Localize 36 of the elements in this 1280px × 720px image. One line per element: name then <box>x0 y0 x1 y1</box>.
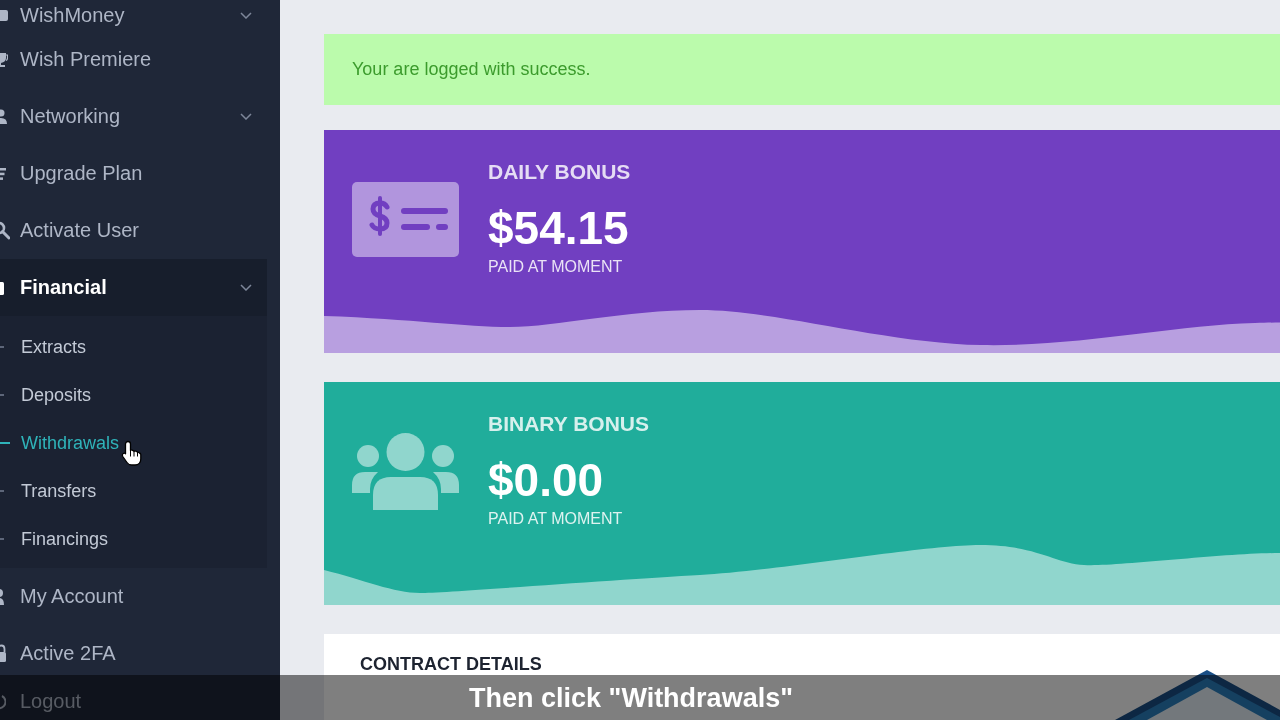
submenu-item[interactable]: Financings <box>0 515 267 563</box>
card-title: CONTRACT DETAILS <box>360 654 542 674</box>
hand-cursor-icon <box>121 440 143 467</box>
cash-icon <box>352 182 459 257</box>
dash-icon <box>0 490 4 492</box>
card-title: BINARY BONUS <box>488 412 650 436</box>
menu-item[interactable]: Upgrade Plan <box>0 145 267 202</box>
chevron-down-icon <box>240 113 252 120</box>
chevron-down-icon <box>240 12 252 19</box>
dash-icon <box>0 346 4 348</box>
menu-item[interactable]: Active 2FA <box>0 625 267 682</box>
magnifier-icon <box>0 220 10 241</box>
chevron-down-icon <box>240 284 252 291</box>
dash-icon <box>0 442 10 444</box>
menu-item[interactable]: Activate User <box>0 202 267 259</box>
menu-item[interactable]: WishMoney <box>0 0 267 31</box>
submenu-item[interactable]: Extracts <box>0 323 267 371</box>
submenu-item[interactable]: Deposits <box>0 371 267 419</box>
submenu-item[interactable]: Transfers <box>0 467 267 515</box>
card-amount: $0.00 <box>488 456 604 504</box>
users-icon <box>352 433 459 510</box>
submenu-item[interactable]: Withdrawals <box>0 419 267 467</box>
menu-item[interactable]: My Account <box>0 568 267 625</box>
menu-item[interactable]: Financial <box>0 259 267 316</box>
card-title: DAILY BONUS <box>488 160 631 184</box>
dash-icon <box>0 538 4 540</box>
user-icon <box>0 586 4 607</box>
alert-message: Your are logged with success. <box>352 59 591 80</box>
dash-icon <box>0 394 4 396</box>
card-amount: $54.15 <box>488 204 629 252</box>
card-caption: PAID AT MOMENT <box>488 257 623 277</box>
caption-text: Then click "Withdrawals" <box>469 682 793 713</box>
lock-icon <box>0 643 6 664</box>
card-caption: PAID AT MOMENT <box>488 509 623 529</box>
menu-item[interactable]: Wish Premiere <box>0 31 267 88</box>
menu-item[interactable]: Networking <box>0 88 267 145</box>
